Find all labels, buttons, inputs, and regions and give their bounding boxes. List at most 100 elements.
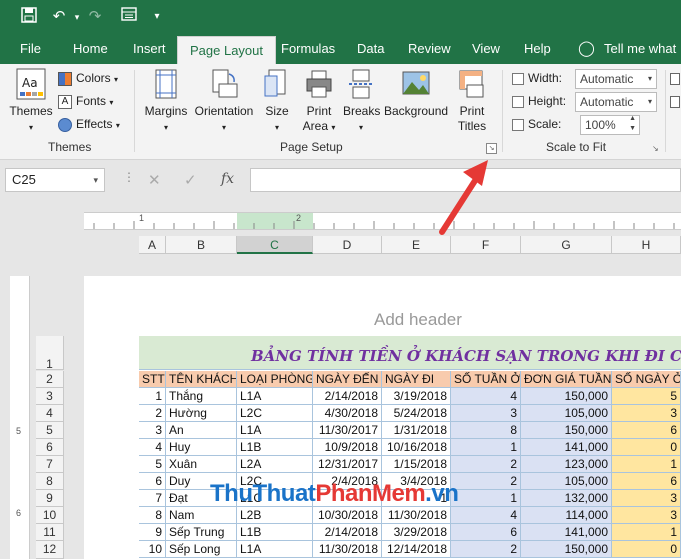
table-cell[interactable]: 8 (139, 507, 166, 524)
row-header[interactable]: 9 (36, 490, 64, 507)
table-cell[interactable]: 1 (612, 456, 681, 473)
table-cell[interactable]: 2 (451, 473, 521, 490)
table-cell[interactable]: Nam (166, 507, 237, 524)
table-cell[interactable]: 1/15/2018 (382, 456, 451, 473)
spinner-arrows-icon[interactable]: ▲ ▼ (629, 114, 636, 134)
tab-review[interactable]: Review (408, 34, 451, 64)
table-cell[interactable]: 5/24/2018 (382, 405, 451, 422)
row-header[interactable]: 2 (36, 371, 64, 388)
page-setup-dialog-launcher[interactable]: ↘ (486, 143, 497, 154)
tab-view[interactable]: View (472, 34, 500, 64)
table-cell[interactable]: 2 (139, 405, 166, 422)
tab-help[interactable]: Help (524, 34, 551, 64)
row-header[interactable]: 5 (36, 422, 64, 439)
table-cell[interactable]: 10/9/2018 (313, 439, 382, 456)
scale-to-fit-dialog-launcher[interactable]: ↘ (652, 144, 661, 153)
table-cell[interactable]: L1A (237, 388, 313, 405)
table-cell[interactable]: An (166, 422, 237, 439)
table-cell[interactable]: 10 (139, 541, 166, 558)
column-header-a[interactable]: A (139, 236, 166, 254)
table-cell[interactable]: L1B (237, 439, 313, 456)
table-header-cell[interactable]: STT (139, 371, 166, 388)
tab-page-layout[interactable]: Page Layout (177, 36, 277, 65)
table-cell[interactable]: Huy (166, 439, 237, 456)
table-header-cell[interactable]: LOẠI PHÒNG (237, 371, 313, 388)
table-cell[interactable]: 0 (612, 541, 681, 558)
table-cell[interactable]: 9 (139, 524, 166, 541)
table-cell[interactable]: 11/30/2018 (382, 507, 451, 524)
customize-qat-icon[interactable]: ▾ (146, 7, 168, 27)
table-header-cell[interactable]: NGÀY ĐẾN (313, 371, 382, 388)
table-cell[interactable]: L1A (237, 541, 313, 558)
orientation-button[interactable]: Orientation ▾ (193, 68, 255, 135)
table-cell[interactable]: 141,000 (521, 439, 612, 456)
table-cell[interactable]: 105,000 (521, 405, 612, 422)
row-header[interactable]: 4 (36, 405, 64, 422)
fonts-button[interactable]: A Fonts ▾ (58, 91, 113, 111)
row-header[interactable]: 10 (36, 507, 64, 524)
tell-me-search[interactable]: Tell me what y (604, 34, 681, 86)
themes-button[interactable]: Aa Themes ▾ (8, 68, 54, 135)
table-cell[interactable]: L2A (237, 456, 313, 473)
redo-icon[interactable]: ↷ (84, 7, 106, 27)
column-header-f[interactable]: F (451, 236, 521, 254)
column-header-c[interactable]: C (237, 236, 313, 254)
table-cell[interactable]: 2/14/2018 (313, 524, 382, 541)
table-cell[interactable]: 150,000 (521, 541, 612, 558)
table-cell[interactable]: 3 (612, 490, 681, 507)
tab-insert[interactable]: Insert (133, 34, 166, 64)
column-header-e[interactable]: E (382, 236, 451, 254)
table-header-cell[interactable]: SỐ NGÀY Ở (612, 371, 681, 388)
table-cell[interactable]: 5 (612, 388, 681, 405)
name-box[interactable]: C25 ▾ (5, 168, 105, 192)
table-cell[interactable]: 123,000 (521, 456, 612, 473)
save-icon[interactable] (18, 7, 40, 27)
table-cell[interactable]: 3 (139, 422, 166, 439)
table-cell[interactable]: 2 (451, 541, 521, 558)
row-header[interactable]: 8 (36, 473, 64, 490)
table-cell[interactable]: L2C (237, 405, 313, 422)
table-cell[interactable]: 4/30/2018 (313, 405, 382, 422)
table-cell[interactable]: 1 (139, 388, 166, 405)
table-cell[interactable]: Hường (166, 405, 237, 422)
table-cell[interactable]: 2 (451, 456, 521, 473)
table-cell[interactable]: 4 (139, 439, 166, 456)
column-header-d[interactable]: D (313, 236, 382, 254)
table-cell[interactable]: 10/30/2018 (313, 507, 382, 524)
table-cell[interactable]: 1 (451, 490, 521, 507)
height-dropdown[interactable]: Automatic ▾ (575, 92, 657, 112)
table-cell[interactable]: 3/29/2018 (382, 524, 451, 541)
column-header-b[interactable]: B (166, 236, 237, 254)
breaks-button[interactable]: Breaks ▾ (343, 68, 380, 135)
table-cell[interactable]: 0 (612, 439, 681, 456)
row-header[interactable]: 12 (36, 541, 64, 559)
column-header-g[interactable]: G (521, 236, 612, 254)
table-cell[interactable]: 114,000 (521, 507, 612, 524)
table-cell[interactable]: L2B (237, 507, 313, 524)
row-header[interactable]: 3 (36, 388, 64, 405)
table-cell[interactable]: Thắng (166, 388, 237, 405)
table-cell[interactable]: 8 (451, 422, 521, 439)
margins-button[interactable]: Margins ▾ (143, 68, 189, 135)
table-cell[interactable]: 12/14/2018 (382, 541, 451, 558)
table-cell[interactable]: 3 (451, 405, 521, 422)
tab-file[interactable]: File (20, 34, 41, 64)
column-header-h[interactable]: H (612, 236, 681, 254)
row-header[interactable]: 1 (36, 336, 64, 371)
add-header-placeholder[interactable]: Add header (374, 310, 462, 330)
tab-formulas[interactable]: Formulas (281, 34, 335, 64)
table-cell[interactable]: 4 (451, 507, 521, 524)
row-header[interactable]: 11 (36, 524, 64, 541)
table-cell[interactable]: 132,000 (521, 490, 612, 507)
table-header-cell[interactable]: SỐ TUẦN Ở (451, 371, 521, 388)
table-cell[interactable]: 4 (451, 388, 521, 405)
formula-input[interactable] (250, 168, 681, 192)
table-cell[interactable]: 6 (612, 422, 681, 439)
table-cell[interactable]: Sếp Long (166, 541, 237, 558)
table-cell[interactable]: 6 (139, 473, 166, 490)
table-cell[interactable]: Sếp Trung (166, 524, 237, 541)
table-cell[interactable]: 3/19/2018 (382, 388, 451, 405)
row-header[interactable]: 6 (36, 439, 64, 456)
enter-check-icon[interactable]: ✓ (184, 171, 197, 189)
table-cell[interactable]: 5 (139, 456, 166, 473)
